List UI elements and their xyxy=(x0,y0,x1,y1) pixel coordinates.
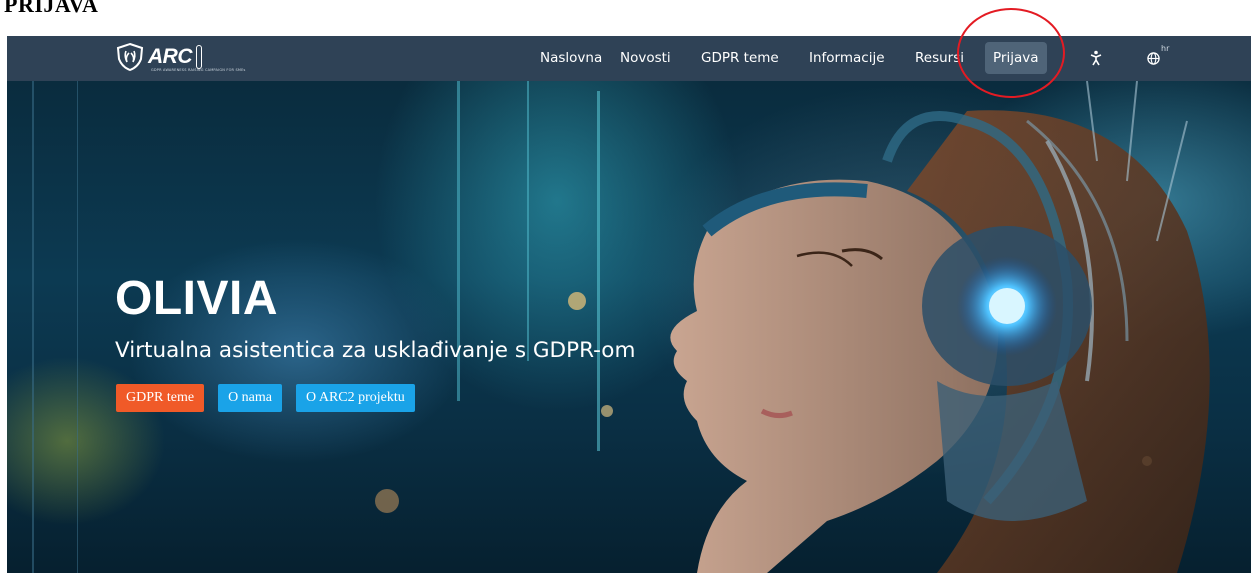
hero-button-group: GDPR teme O nama O ARC2 projektu xyxy=(116,384,429,412)
globe-icon xyxy=(1147,51,1160,65)
shield-hands-icon xyxy=(116,42,144,72)
gdpr-teme-button[interactable]: GDPR teme xyxy=(116,384,205,412)
ai-woman-headset-illustration xyxy=(32,81,1210,573)
language-selector[interactable]: hr xyxy=(1147,36,1169,81)
o-arc2-projektu-button[interactable]: O ARC2 projektu xyxy=(296,384,415,412)
nav-item-informacije[interactable]: Informacije xyxy=(809,36,885,81)
hero-title: OLIVIA xyxy=(115,272,279,325)
nav-item-gdpr-teme[interactable]: GDPR teme xyxy=(701,36,779,81)
nav-item-naslovna[interactable]: Naslovna xyxy=(540,36,602,81)
logo-subtext: GDPR AWARENESS RAISING CAMPAIGN FOR SMEs xyxy=(151,68,246,72)
annotation-circle xyxy=(957,8,1065,98)
logo-bar-icon xyxy=(196,45,202,69)
language-code: hr xyxy=(1161,44,1170,53)
website-screenshot: ARC GDPR AWARENESS RAISING CAMPAIGN FOR … xyxy=(7,36,1251,573)
nav-item-novosti[interactable]: Novosti xyxy=(620,36,671,81)
o-nama-button[interactable]: O nama xyxy=(218,384,282,412)
document-heading: PRIJAVA xyxy=(4,0,99,17)
arc-logo[interactable]: ARC GDPR AWARENESS RAISING CAMPAIGN FOR … xyxy=(115,39,245,75)
hero-banner: OLIVIA Virtualna asistentica za usklađiv… xyxy=(7,81,1251,573)
logo-text: ARC xyxy=(148,45,193,68)
accessibility-icon[interactable] xyxy=(1090,36,1102,81)
hero-subtitle: Virtualna asistentica za usklađivanje s … xyxy=(115,338,636,363)
